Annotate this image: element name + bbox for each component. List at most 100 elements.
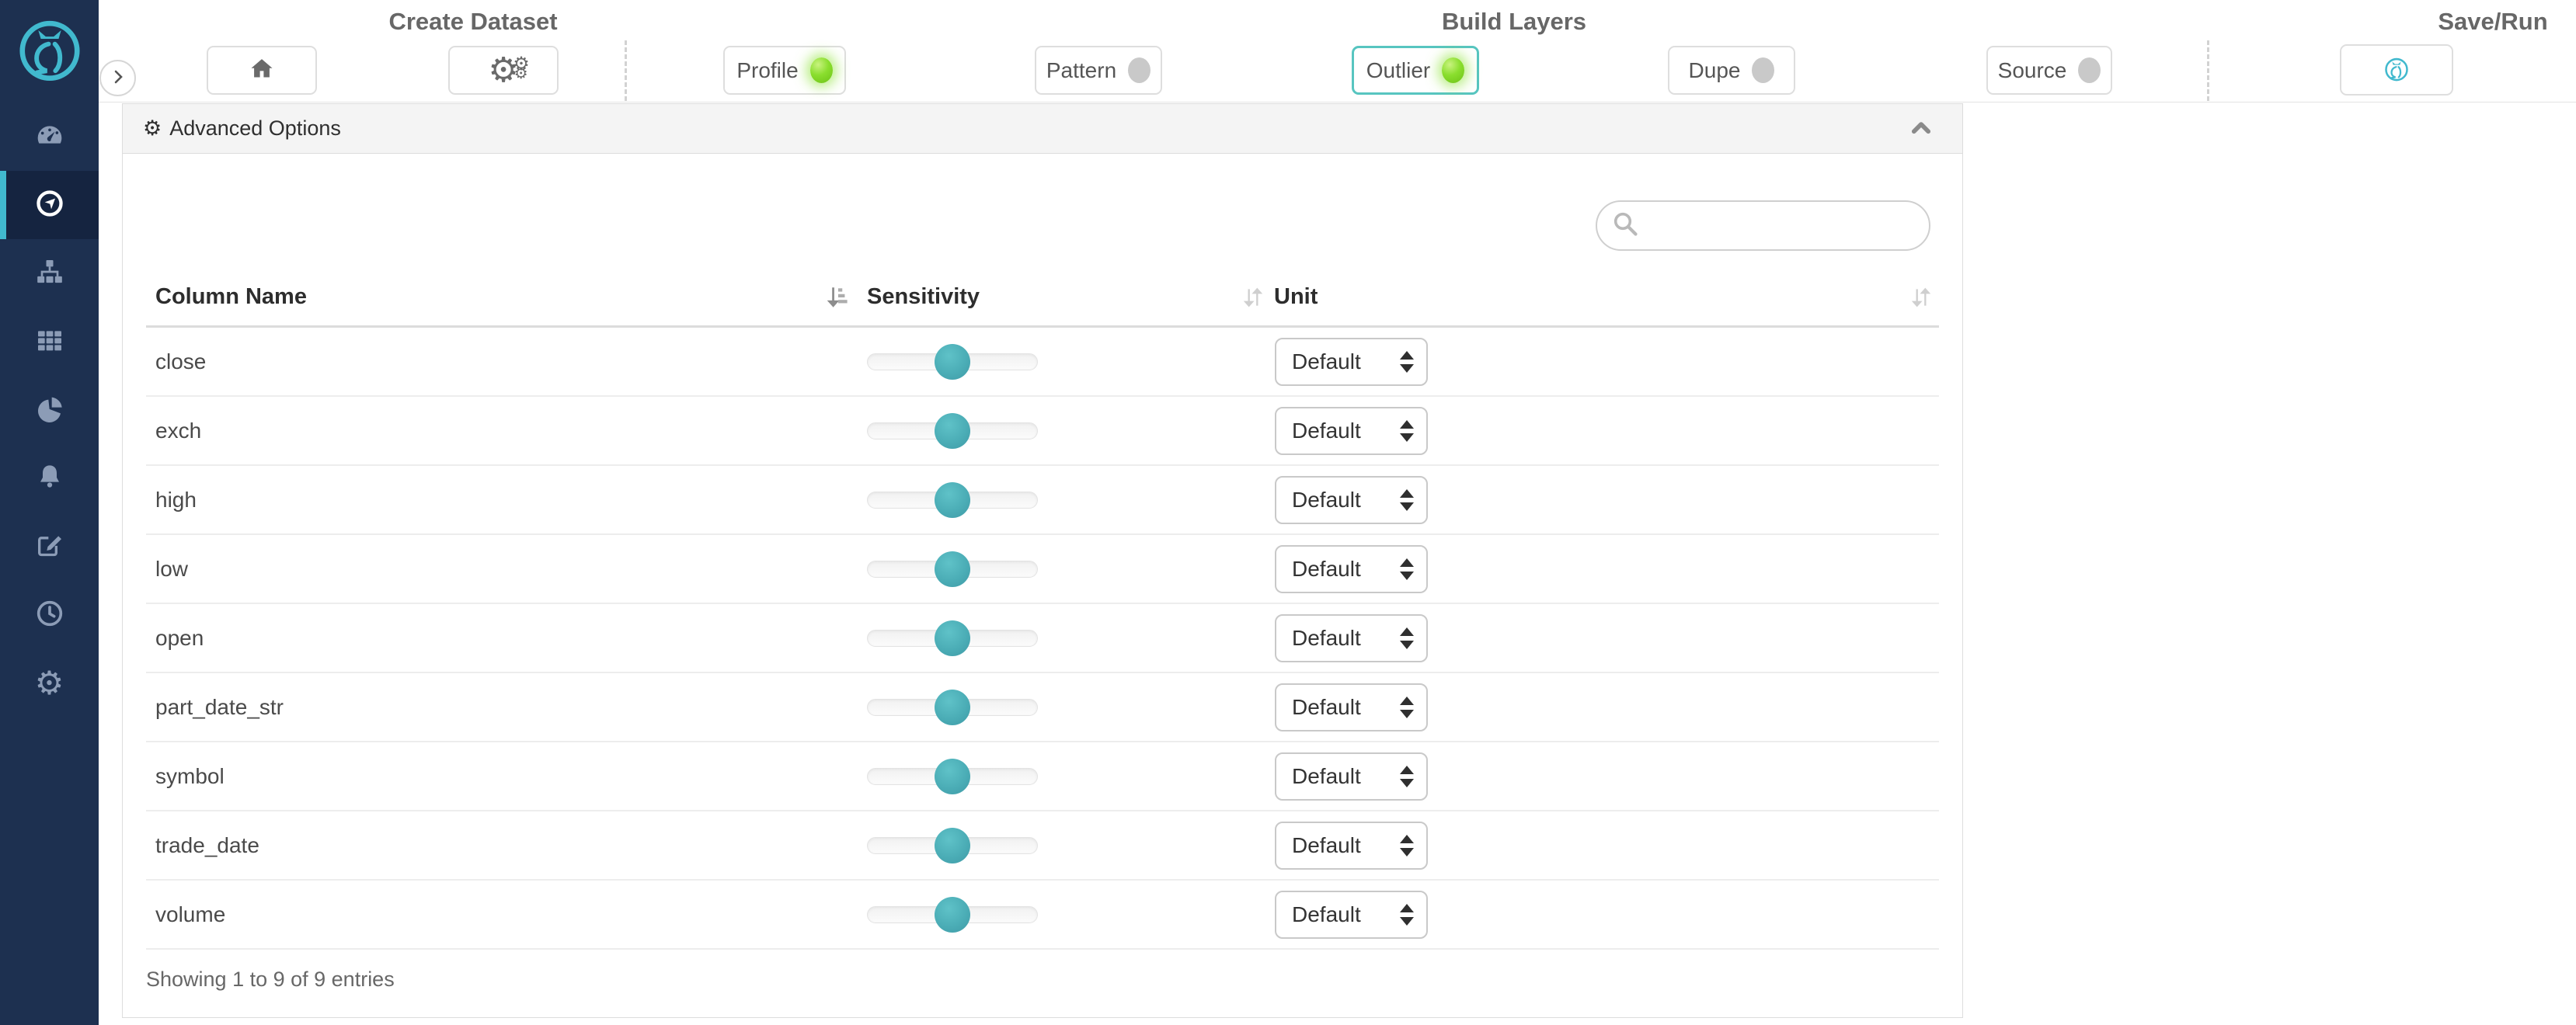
select-arrows-icon [1400,904,1414,926]
outlier-status-dot [1442,57,1464,83]
unit-select-value: Default [1292,695,1361,720]
row-label: symbol [155,764,225,789]
sensitivity-slider-handle[interactable] [935,620,970,656]
advanced-options-panel: ⚙ Advanced Options Column Name [122,103,1963,1018]
toggle-source[interactable]: Source [1986,46,2112,95]
select-arrows-icon [1400,489,1414,511]
unit-select[interactable]: Default [1275,891,1428,939]
sensitivity-slider-handle[interactable] [935,551,970,587]
toggle-outlier-label: Outlier [1366,58,1430,83]
sensitivity-slider[interactable] [867,492,1038,509]
home-button[interactable] [207,46,317,95]
table-row: high Default [146,466,1939,535]
toggle-profile-label: Profile [736,58,798,83]
unit-select[interactable]: Default [1275,614,1428,662]
section-title-build-layers: Build Layers [1398,8,1631,36]
sensitivity-slider-handle[interactable] [935,759,970,794]
toggle-profile[interactable]: Profile [723,46,846,95]
sidebar-expand-button[interactable] [99,60,136,96]
sidebar-item-editor[interactable] [0,512,99,581]
sensitivity-slider-handle[interactable] [935,897,970,933]
sensitivity-slider[interactable] [867,837,1038,854]
sensitivity-slider-handle[interactable] [935,828,970,863]
table-row: open Default [146,604,1939,673]
table-row: symbol Default [146,742,1939,811]
toolbar-divider [2207,40,2209,101]
chevron-up-icon [1908,131,1934,144]
table-row: low Default [146,535,1939,604]
column-header-unit[interactable]: Unit [1274,284,1318,310]
unit-select-value: Default [1292,764,1361,789]
unit-select-value: Default [1292,833,1361,858]
sidebar-item-settings[interactable]: ⚙ [0,649,99,718]
unit-select-value: Default [1292,902,1361,927]
table-row: close Default [146,328,1939,397]
sensitivity-slider-handle[interactable] [935,344,970,380]
sensitivity-slider[interactable] [867,630,1038,647]
sensitivity-slider[interactable] [867,422,1038,440]
profile-status-dot [810,57,833,83]
app-logo[interactable] [0,0,99,102]
unit-select[interactable]: Default [1275,545,1428,593]
table-info: Showing 1 to 9 of 9 entries [146,968,395,992]
sensitivity-slider-handle[interactable] [935,482,970,518]
bell-icon [34,461,65,496]
sort-amount-asc-icon[interactable] [826,284,852,314]
home-icon [248,55,276,85]
row-label: close [155,349,206,374]
search-input[interactable] [1639,202,1939,249]
table-search [1596,200,1930,251]
sort-both-icon[interactable] [1240,284,1266,314]
app-root: ⚙ Create Dataset Build Layers Save/Run ⚙… [0,0,2576,1025]
table-icon [34,325,65,360]
unit-select-value: Default [1292,557,1361,582]
toggle-pattern-label: Pattern [1046,58,1116,83]
advanced-options-header[interactable]: ⚙ Advanced Options [123,104,1962,154]
gear-icon: ⚙ [143,116,162,141]
unit-select[interactable]: Default [1275,822,1428,870]
clock-icon [34,598,65,633]
sensitivity-slider-handle[interactable] [935,690,970,725]
sort-both-icon[interactable] [1908,284,1934,314]
sidebar-item-charts[interactable] [0,376,99,444]
chevron-right-icon [109,68,127,89]
sensitivity-slider[interactable] [867,561,1038,578]
sidebar-item-explore[interactable] [0,171,99,239]
sidebar-item-dashboard[interactable] [0,102,99,171]
sidebar-item-notifications[interactable] [0,444,99,512]
settings-cogs-button[interactable]: ⚙⚙⚙ [448,46,559,95]
collapse-panel-button[interactable] [1908,115,1934,145]
sidebar-item-lineage[interactable] [0,239,99,308]
unit-select[interactable]: Default [1275,476,1428,524]
sidebar-item-datasets[interactable] [0,308,99,376]
table-row: exch Default [146,397,1939,466]
select-arrows-icon [1400,558,1414,580]
unit-select[interactable]: Default [1275,683,1428,731]
sensitivity-slider[interactable] [867,699,1038,716]
toggle-dupe[interactable]: Dupe [1668,46,1795,95]
select-arrows-icon [1400,835,1414,856]
sensitivity-slider[interactable] [867,353,1038,370]
sidebar-item-history[interactable] [0,581,99,649]
unit-select[interactable]: Default [1275,407,1428,455]
toggle-outlier[interactable]: Outlier [1352,46,1479,95]
compass-icon [34,188,65,223]
gear-icon: ⚙ [35,667,64,700]
owl-logo-icon [13,13,86,90]
pie-chart-icon [34,393,65,428]
sidebar-nav: ⚙ [0,102,99,718]
unit-select[interactable]: Default [1275,338,1428,386]
unit-select[interactable]: Default [1275,752,1428,801]
section-title-create-dataset: Create Dataset [357,8,590,36]
unit-select-value: Default [1292,349,1361,374]
toggle-pattern[interactable]: Pattern [1035,46,1162,95]
save-run-button[interactable] [2340,44,2453,96]
toggle-source-label: Source [1998,58,2067,83]
column-header-sensitivity[interactable]: Sensitivity [867,284,980,310]
sensitivity-slider[interactable] [867,768,1038,785]
table-body: close Default exch Default high Defaul [146,328,1939,950]
sensitivity-slider-handle[interactable] [935,413,970,449]
row-label: trade_date [155,833,259,858]
column-header-name[interactable]: Column Name [155,284,307,310]
sensitivity-slider[interactable] [867,906,1038,923]
